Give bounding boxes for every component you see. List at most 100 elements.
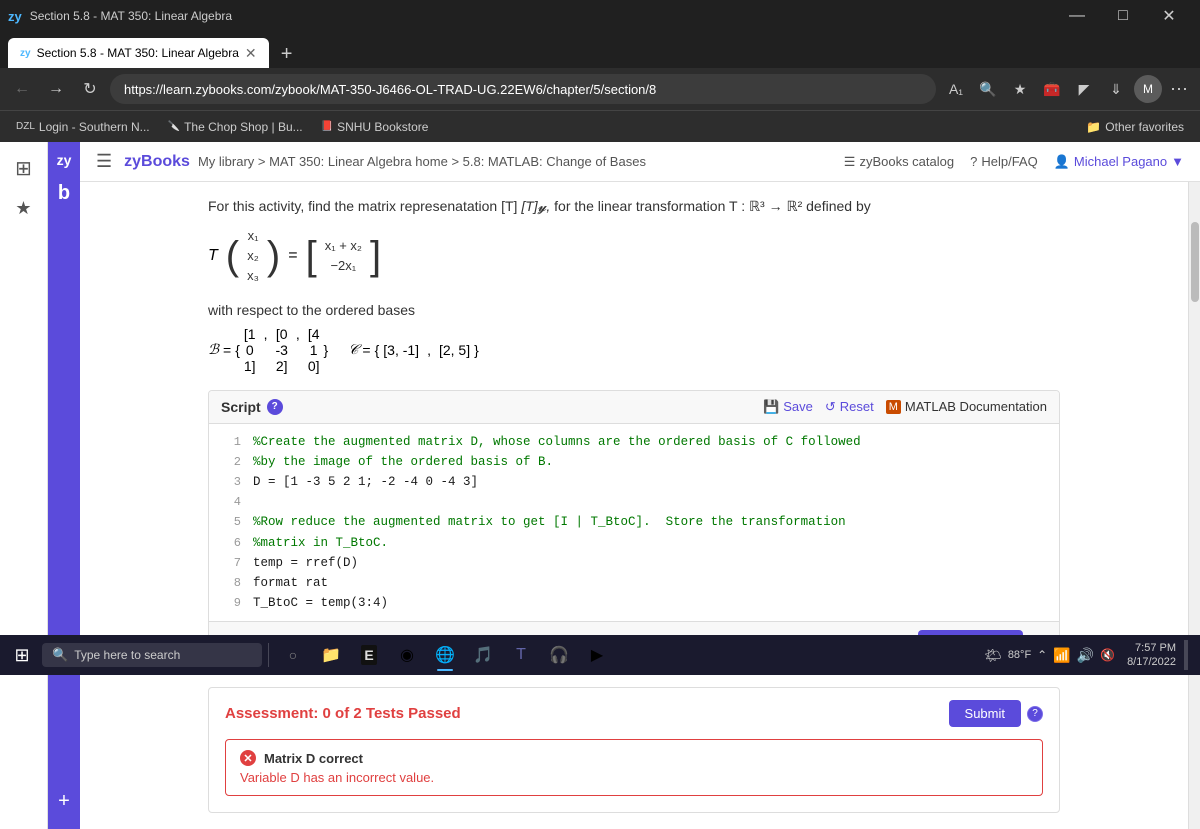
active-tab[interactable]: zy Section 5.8 - MAT 350: Linear Algebra… bbox=[8, 38, 269, 68]
forward-button[interactable]: → bbox=[42, 75, 70, 103]
zy-logo[interactable]: zy bbox=[53, 150, 76, 170]
profile-button[interactable]: M bbox=[1134, 75, 1162, 103]
taskbar-app-epic[interactable]: E bbox=[351, 637, 387, 673]
fav-snhu-label: SNHU Bookstore bbox=[337, 120, 428, 134]
basis-B: ℬ = { [1 0 1] , bbox=[208, 326, 328, 374]
help-faq-link[interactable]: ? Help/FAQ bbox=[970, 154, 1038, 169]
code-text-5: %Row reduce the augmented matrix to get … bbox=[253, 512, 1051, 532]
code-line-3: 3 D = [1 -3 5 2 1; -2 -4 0 -4 3] bbox=[209, 472, 1059, 492]
show-desktop-button[interactable] bbox=[1184, 640, 1188, 670]
network-icon[interactable]: 📶 bbox=[1053, 647, 1070, 664]
read-mode-icon[interactable]: A₁ bbox=[942, 75, 970, 103]
taskbar: ⊞ 🔍 Type here to search ○ 📁 E ◉ 🌐 🎵 T 🎧 bbox=[0, 635, 1200, 675]
line-num-7: 7 bbox=[217, 553, 241, 573]
new-tab-button[interactable]: + bbox=[273, 40, 301, 68]
close-button[interactable]: ✕ bbox=[1146, 0, 1192, 32]
fav-dzl-label: Login - Southern N... bbox=[39, 120, 150, 134]
taskbar-app-spotify[interactable]: 🎧 bbox=[541, 637, 577, 673]
ordered-bases: ℬ = { [1 0 1] , bbox=[208, 326, 1060, 374]
topnav-right: ☰ zyBooks catalog ? Help/FAQ 👤 Michael P… bbox=[844, 154, 1184, 170]
screenshot-icon[interactable]: ◤ bbox=[1070, 75, 1098, 103]
transform-notation: [T]𝔂, bbox=[521, 198, 554, 214]
favorites-icon[interactable]: ★ bbox=[1006, 75, 1034, 103]
code-line-1: 1 %Create the augmented matrix D, whose … bbox=[209, 432, 1059, 452]
script-title-label: Script bbox=[221, 399, 261, 415]
input-matrix: x₁ x₂ x₃ bbox=[247, 227, 259, 286]
start-button[interactable]: ⊞ bbox=[4, 637, 40, 673]
submit-button[interactable]: Submit bbox=[949, 700, 1021, 727]
matlab-doc-link[interactable]: M MATLAB Documentation bbox=[886, 399, 1047, 414]
zy-content: For this activity, find the matrix repre… bbox=[184, 182, 1084, 829]
code-line-7: 7 temp = rref(D) bbox=[209, 553, 1059, 573]
address-input[interactable] bbox=[110, 74, 936, 104]
maximize-button[interactable]: □ bbox=[1100, 0, 1146, 32]
title-bar-controls: — □ ✕ bbox=[1054, 0, 1192, 32]
script-title: Script ? bbox=[221, 399, 283, 415]
taskbar-clock[interactable]: 7:57 PM 8/17/2022 bbox=[1127, 641, 1176, 670]
refresh-button[interactable]: ↻ bbox=[76, 75, 104, 103]
scrollbar-thumb[interactable] bbox=[1191, 222, 1199, 302]
code-editor[interactable]: 1 %Create the augmented matrix D, whose … bbox=[209, 424, 1059, 622]
snhu-favicon: 📕 bbox=[321, 121, 333, 132]
tab-close-icon[interactable]: ✕ bbox=[245, 45, 257, 62]
volume-icon[interactable]: 🔊 bbox=[1077, 647, 1094, 664]
browser-sidebar: ⊞ ★ bbox=[0, 142, 48, 829]
scrollbar[interactable] bbox=[1188, 182, 1200, 829]
epic-icon: E bbox=[361, 645, 376, 665]
close-bracket-left: ) bbox=[267, 236, 280, 276]
taskbar-app-cortana[interactable]: ○ bbox=[275, 637, 311, 673]
zybooks-sidebar: zy b + bbox=[48, 142, 80, 829]
taskbar-search[interactable]: 🔍 Type here to search bbox=[42, 643, 262, 667]
tab-favicon: zy bbox=[20, 48, 31, 59]
sidebar-favorites-icon[interactable]: ★ bbox=[6, 190, 42, 226]
taskbar-divider bbox=[268, 643, 269, 667]
code-text-4 bbox=[253, 492, 1051, 512]
transform-T: T bbox=[208, 247, 218, 265]
more-options-button[interactable]: ⋯ bbox=[1166, 79, 1192, 100]
back-button[interactable]: ← bbox=[8, 75, 36, 103]
zybooks-catalog-link[interactable]: ☰ zyBooks catalog bbox=[844, 154, 954, 170]
sidebar-tools-icon[interactable]: ⊞ bbox=[6, 150, 42, 186]
taskbar-app-edge[interactable]: 🌐 bbox=[427, 637, 463, 673]
code-line-8: 8 format rat bbox=[209, 573, 1059, 593]
taskbar-app-music[interactable]: 🎵 bbox=[465, 637, 501, 673]
chop-shop-favicon: 🔪 bbox=[168, 121, 180, 132]
zy-sidebar-b[interactable]: b bbox=[58, 182, 70, 205]
search-icon[interactable]: 🔍 bbox=[974, 75, 1002, 103]
code-line-2: 2 %by the image of the ordered basis of … bbox=[209, 452, 1059, 472]
taskbar-app-teams[interactable]: T bbox=[503, 637, 539, 673]
line-num-5: 5 bbox=[217, 512, 241, 532]
favorite-chop-shop[interactable]: 🔪 The Chop Shop | Bu... bbox=[160, 118, 311, 136]
title-bar: zy Section 5.8 - MAT 350: Linear Algebra… bbox=[0, 0, 1200, 32]
zy-sidebar-plus[interactable]: + bbox=[58, 790, 70, 813]
catalog-label: zyBooks catalog bbox=[859, 154, 954, 169]
breadcrumb: My library > MAT 350: Linear Algebra hom… bbox=[198, 154, 646, 169]
favorite-dzl-login[interactable]: DZL Login - Southern N... bbox=[8, 118, 158, 136]
tab-label: Section 5.8 - MAT 350: Linear Algebra bbox=[37, 46, 239, 60]
user-profile-link[interactable]: 👤 Michael Pagano ▼ bbox=[1054, 154, 1184, 170]
code-line-6: 6 %matrix in T_BtoC. bbox=[209, 533, 1059, 553]
submit-row: Submit ? bbox=[949, 700, 1043, 727]
script-help-icon[interactable]: ? bbox=[267, 399, 283, 415]
taskbar-app-chrome[interactable]: ◉ bbox=[389, 637, 425, 673]
weather-icon: 🌤 bbox=[984, 647, 1002, 664]
spotify-icon: 🎧 bbox=[549, 645, 569, 665]
chevron-up-icon[interactable]: ⌃ bbox=[1037, 648, 1047, 662]
code-line-5: 5 %Row reduce the augmented matrix to ge… bbox=[209, 512, 1059, 532]
browser-extensions-icon[interactable]: 🧰 bbox=[1038, 75, 1066, 103]
hamburger-menu-icon[interactable]: ☰ bbox=[96, 151, 112, 172]
taskbar-app-media[interactable]: ▶ bbox=[579, 637, 615, 673]
chrome-icon: ◉ bbox=[400, 645, 414, 665]
other-favorites-button[interactable]: 📁 Other favorites bbox=[1078, 118, 1192, 136]
minimize-button[interactable]: — bbox=[1054, 0, 1100, 32]
favorite-snhu-bookstore[interactable]: 📕 SNHU Bookstore bbox=[313, 118, 437, 136]
mute-icon[interactable]: 🔇 bbox=[1100, 648, 1115, 662]
reset-button[interactable]: ↺ Reset bbox=[825, 399, 874, 415]
dzl-favicon: DZL bbox=[16, 121, 35, 132]
user-icon: 👤 bbox=[1054, 154, 1070, 170]
download-icon[interactable]: ⇓ bbox=[1102, 75, 1130, 103]
save-button[interactable]: 💾 Save bbox=[763, 399, 813, 415]
taskbar-app-files[interactable]: 📁 bbox=[313, 637, 349, 673]
teams-icon: T bbox=[516, 646, 526, 664]
submit-help-icon[interactable]: ? bbox=[1027, 706, 1043, 722]
